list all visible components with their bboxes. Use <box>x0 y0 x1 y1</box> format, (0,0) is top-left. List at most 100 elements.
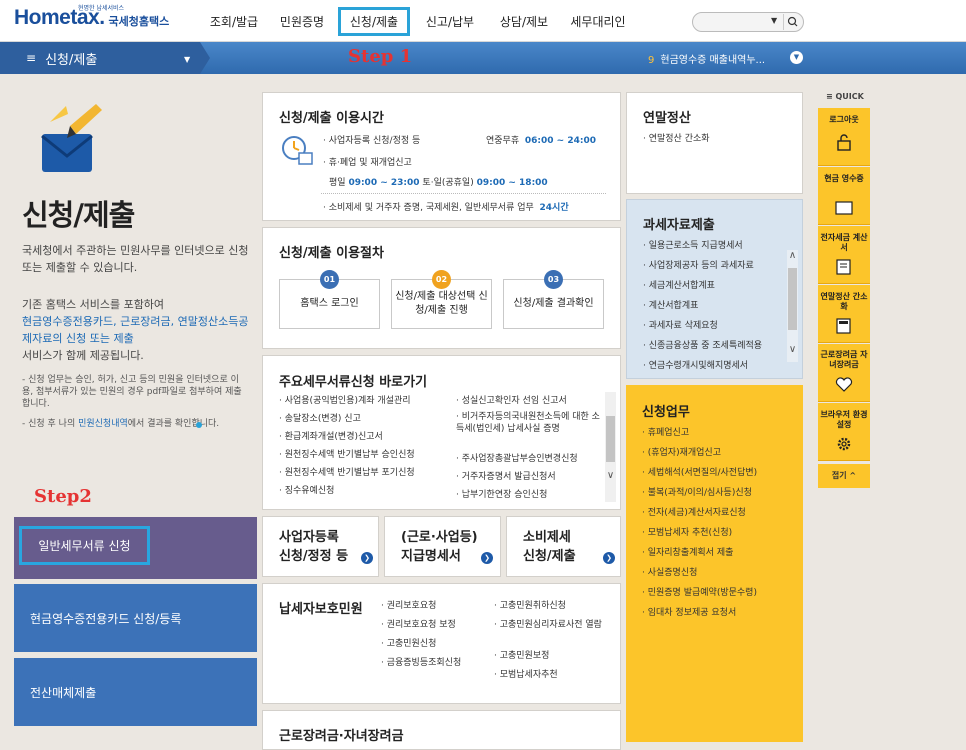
protection-item[interactable]: · 모범납세자추천 <box>494 669 604 681</box>
business-registration-card[interactable]: 사업자등록 신청/정정 등 ❯ <box>262 516 379 577</box>
shortcut-item[interactable]: · 거주자증명서 발급신청서 <box>456 471 602 483</box>
mini-card-subtitle: 신청/제출 <box>523 549 576 564</box>
protection-item[interactable]: · 권리보호요청 보정 <box>381 619 456 631</box>
menu-icon[interactable]: ≡ <box>26 51 36 65</box>
quick-logout[interactable]: 로그아웃 <box>818 108 870 166</box>
quick-cash-receipt-label: 현금 영수증 <box>824 174 864 183</box>
hours-row-4: · 소비제세 및 거주자 증명, 국제세원, 일반세무서류 업무 24시간 <box>323 203 569 213</box>
shortcut-item[interactable]: · 성실신고확인자 선임 신고서 <box>456 395 602 407</box>
year-end-item[interactable]: · 연말정산 간소화 <box>643 133 710 145</box>
application-item[interactable]: · 민원증명 발급예약(방문수령) <box>642 587 757 599</box>
usage-process-title: 신청/제출 이용절차 <box>279 246 384 261</box>
application-item[interactable]: · 세법해석(서면질의/사전답변) <box>642 467 757 479</box>
application-history-link[interactable]: 민원신청내역 <box>78 419 128 429</box>
consumption-tax-card[interactable]: 소비제세 신청/제출 ❯ <box>506 516 621 577</box>
application-item[interactable]: · 휴폐업신고 <box>642 427 689 439</box>
mini-card-title: 사업자등록 <box>279 530 339 545</box>
scroll-down-icon[interactable]: ∨ <box>605 470 616 481</box>
scrollbar-thumb[interactable] <box>606 416 615 462</box>
search-input[interactable]: ▼ <box>692 12 804 32</box>
gnb-item-consult[interactable]: 상담/제보 <box>490 13 558 30</box>
tax-data-item[interactable]: · 일용근로소득 지급명세서 <box>643 240 743 252</box>
shortcut-scrollbar[interactable]: ∨ <box>605 392 616 502</box>
go-arrow-icon[interactable]: ❯ <box>481 552 493 564</box>
gnb-item-report[interactable]: 신고/납부 <box>410 13 490 30</box>
tax-data-item[interactable]: · 신종금융상품 중 조세특례적용 <box>643 340 762 352</box>
usage-hours-title: 신청/제출 이용시간 <box>279 111 384 126</box>
tax-data-item[interactable]: · 사업장제공자 등의 과세자료 <box>643 260 754 272</box>
tax-data-item[interactable]: · 연금수령개시및해지명세서 <box>643 360 748 372</box>
protection-item[interactable]: · 고충민원취하신청 <box>494 600 604 612</box>
hometax-logo[interactable]: 현명한 납세서비스 Hometax. 국세청홈택스 <box>14 5 169 30</box>
step2-annotation: Step2 <box>34 486 92 507</box>
go-arrow-icon[interactable]: ❯ <box>361 552 373 564</box>
notice-number: 9 <box>648 55 655 66</box>
tax-data-item[interactable]: · 세금계산서합계표 <box>643 280 715 292</box>
mini-card-title: (근로·사업등) <box>401 530 478 545</box>
application-item[interactable]: · 불복(과적/이의/심사등)신청 <box>642 487 752 499</box>
incentive-title: 근로장려금·자녀장려금 <box>279 729 404 744</box>
protection-item[interactable]: · 금융증빙등조회신청 <box>381 657 461 669</box>
application-tasks-panel: 신청업무 · 휴폐업신고 · (휴업자)재개업신고 · 세법해석(서면질의/사전… <box>626 385 803 742</box>
application-item[interactable]: · (휴업자)재개업신고 <box>642 447 721 459</box>
gnb-item-certificate[interactable]: 민원증명 <box>268 13 336 30</box>
general-tax-docs-label: 일반세무서류 신청 <box>19 526 150 565</box>
shortcut-item[interactable]: · 사업용(공익법인용)계좌 개설관리 <box>279 395 411 407</box>
quick-year-end[interactable]: 연말정산 간소화 <box>818 285 870 343</box>
quick-e-tax-invoice[interactable]: 전자세금 계산서 <box>818 226 870 284</box>
scroll-down-icon[interactable]: ∨ <box>787 344 798 355</box>
shortcut-item[interactable]: · 환급계좌개설(변경)신고서 <box>279 431 383 443</box>
protection-item[interactable]: · 권리보호요청 <box>381 600 436 612</box>
gnb-item-inquiry[interactable]: 조회/발급 <box>200 13 268 30</box>
shortcut-item[interactable]: · 징수유예신청 <box>279 485 334 497</box>
application-item[interactable]: · 임대차 정보제공 요청서 <box>642 607 736 619</box>
protection-item[interactable]: · 고충민원보정 <box>494 650 604 662</box>
tax-data-item[interactable]: · 과세자료 삭제요청 <box>643 320 718 332</box>
quick-menu-collapse-button[interactable]: 접기 ^ <box>818 464 870 488</box>
cash-receipt-card-menu[interactable]: 현금영수증전용카드 신청/등록 <box>14 584 257 652</box>
notice-dropdown-icon[interactable]: ▼ <box>790 51 803 64</box>
service-description: 기존 홈택스 서비스를 포함하여 현금영수증전용카드, 근로장려금, 연말정산소득… <box>22 298 249 362</box>
application-item[interactable]: · 일자리창출계획서 제출 <box>642 547 733 559</box>
protection-item[interactable]: · 고충민원신청 <box>381 638 436 650</box>
logo-tagline: 현명한 납세서비스 <box>78 5 125 12</box>
shortcut-item[interactable]: · 주사업장총괄납부승인변경신청 <box>456 453 602 465</box>
application-tasks-title: 신청업무 <box>642 405 690 420</box>
shortcut-item[interactable]: · 비거주자등의국내원천소득에 대한 소득세(법인세) 납세사실 증명 <box>456 411 602 435</box>
tax-data-scrollbar[interactable]: ∧ ∨ <box>787 250 798 362</box>
shortcut-item[interactable]: · 납부기한연장 승인신청 <box>456 489 602 501</box>
protection-item[interactable]: · 고충민원심리자료사전 열람 <box>494 619 604 631</box>
hours-row-2: · 휴·폐업 및 재개업신고 <box>323 158 412 168</box>
scrollbar-thumb[interactable] <box>788 268 797 330</box>
quick-browser-settings[interactable]: 브라우저 환경설정 <box>818 403 870 461</box>
clock-icon <box>281 135 313 168</box>
quick-logout-label: 로그아웃 <box>829 115 859 124</box>
application-item[interactable]: · 전자(세금)계산서자료신청 <box>642 507 746 519</box>
search-dropdown-icon[interactable]: ▼ <box>771 16 777 25</box>
gear-icon <box>835 435 853 457</box>
go-arrow-icon[interactable]: ❯ <box>603 552 615 564</box>
shortcut-item[interactable]: · 송달장소(변경) 신고 <box>279 413 361 425</box>
shortcut-item[interactable]: · 원천징수세액 반기별납부 승인신청 <box>279 449 415 461</box>
caret-down-icon[interactable]: ▼ <box>184 55 190 64</box>
quick-menu-title: ≡ QUICK <box>826 92 864 101</box>
gnb-item-apply[interactable]: 신청/제출 <box>338 6 410 36</box>
gnb-item-agent[interactable]: 세무대리인 <box>558 13 638 30</box>
shortcut-item[interactable]: · 원천징수세액 반기별납부 포기신청 <box>279 467 415 479</box>
search-button[interactable] <box>783 14 801 30</box>
search-icon <box>787 16 798 27</box>
electronic-media-menu[interactable]: 전산매체제출 <box>14 658 257 726</box>
tax-data-item[interactable]: · 계산서합계표 <box>643 300 698 312</box>
payment-statement-card[interactable]: (근로·사업등) 지급명세서 ❯ <box>384 516 501 577</box>
quick-cash-receipt[interactable]: 현금 영수증 <box>818 167 870 225</box>
general-tax-docs-menu[interactable]: 일반세무서류 신청 <box>14 517 257 579</box>
application-item[interactable]: · 사실증명신청 <box>642 567 697 579</box>
quick-incentive[interactable]: 근로장려금 자녀장려금 <box>818 344 870 402</box>
section-selector[interactable]: ≡ 신청/제출 ▼ <box>0 42 200 74</box>
notice-ticker[interactable]: 9 현금영수증 매출내역누... <box>648 51 765 66</box>
intro-text: 국세청에서 주관하는 민원사무를 인터넷으로 신청 또는 제출할 수 있습니다. <box>22 244 249 274</box>
step-number-3: 03 <box>544 270 563 289</box>
application-item[interactable]: · 모범납세자 추천(신청) <box>642 527 732 539</box>
scroll-up-icon[interactable]: ∧ <box>787 250 798 261</box>
cursor-dot <box>196 422 202 428</box>
